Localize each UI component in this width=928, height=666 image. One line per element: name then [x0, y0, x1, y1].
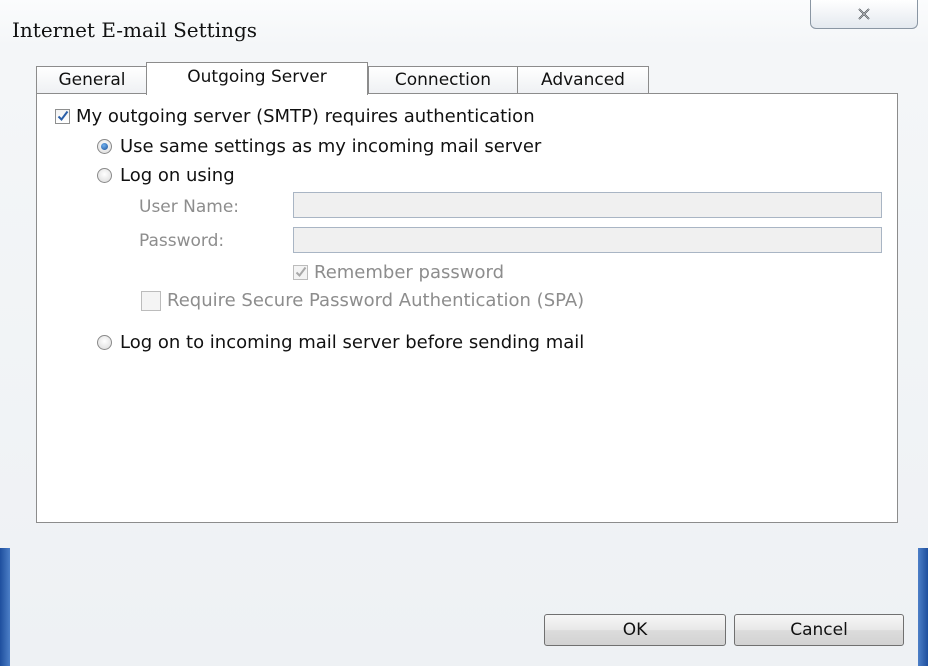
- log-on-using-row[interactable]: Log on using: [97, 165, 235, 186]
- same-settings-radio[interactable]: [97, 139, 112, 154]
- log-on-using-label: Log on using: [120, 165, 235, 186]
- cancel-button[interactable]: Cancel: [734, 614, 904, 646]
- window-edge-left: [0, 548, 10, 666]
- remember-password-label: Remember password: [314, 262, 504, 283]
- smtp-auth-row[interactable]: My outgoing server (SMTP) requires authe…: [55, 106, 535, 127]
- password-label: Password:: [139, 231, 225, 251]
- spa-checkbox[interactable]: [141, 290, 161, 311]
- same-settings-row[interactable]: Use same settings as my incoming mail se…: [97, 136, 541, 157]
- log-on-incoming-radio[interactable]: [97, 335, 112, 350]
- smtp-auth-checkbox[interactable]: [55, 109, 70, 124]
- smtp-auth-label: My outgoing server (SMTP) requires authe…: [76, 106, 535, 127]
- ok-button[interactable]: OK: [544, 614, 726, 646]
- spa-label: Require Secure Password Authentication (…: [167, 290, 585, 311]
- close-button[interactable]: [810, 0, 918, 29]
- outgoing-server-panel: My outgoing server (SMTP) requires authe…: [36, 93, 898, 523]
- dialog-window: Internet E-mail Settings General Outgoin…: [0, 0, 928, 666]
- tab-general[interactable]: General: [36, 66, 148, 94]
- remember-password-checkbox[interactable]: [293, 265, 308, 280]
- radio-selected-dot: [101, 143, 108, 150]
- log-on-incoming-label: Log on to incoming mail server before se…: [120, 332, 585, 353]
- checkmark-icon: [57, 110, 69, 122]
- log-on-incoming-row[interactable]: Log on to incoming mail server before se…: [97, 332, 584, 353]
- remember-password-row[interactable]: Remember password: [293, 262, 504, 283]
- log-on-using-radio[interactable]: [97, 168, 112, 183]
- username-label: User Name:: [139, 197, 240, 217]
- tab-connection[interactable]: Connection: [368, 66, 518, 94]
- tab-advanced[interactable]: Advanced: [517, 66, 649, 94]
- window-edge-right: [918, 548, 928, 666]
- username-input[interactable]: [293, 192, 882, 218]
- close-x-icon: [858, 8, 870, 20]
- password-input[interactable]: [293, 227, 882, 253]
- checkmark-icon: [295, 266, 307, 278]
- same-settings-label: Use same settings as my incoming mail se…: [120, 136, 542, 157]
- window-title: Internet E-mail Settings: [12, 18, 258, 42]
- tab-outgoing-server[interactable]: Outgoing Server: [146, 62, 368, 95]
- spa-row[interactable]: Require Secure Password Authentication (…: [141, 290, 584, 311]
